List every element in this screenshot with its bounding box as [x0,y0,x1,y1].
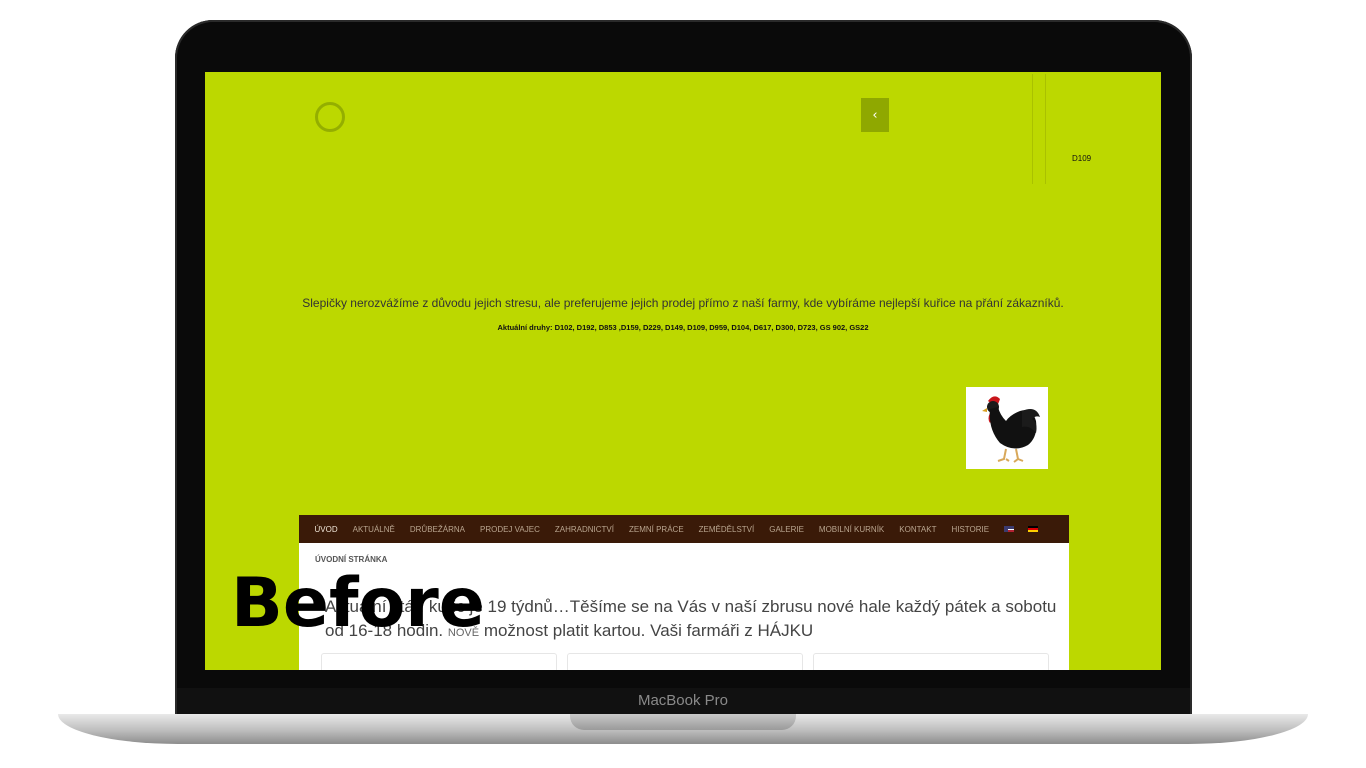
nav-item-zahradnictvi[interactable]: ZAHRADNICTVÍ [547,525,621,534]
nav-item-zemedelstvi[interactable]: ZEMĚDĚLSTVÍ [691,525,762,534]
nav-item-zemni-prace[interactable]: ZEMNÍ PRÁCE [621,525,691,534]
nav-item-kontakt[interactable]: KONTAKT [892,525,944,534]
before-label: Before [231,564,485,643]
announcement-text-2: možnost platit kartou. Vaši farmáři z HÁ… [483,621,814,640]
nav-item-drubezarna[interactable]: DRŮBEŽÁRNA [402,525,472,534]
nav-item-uvod[interactable]: ÚVOD [307,525,345,534]
nav-item-aktualne[interactable]: AKTUÁLNĚ [345,525,402,534]
chevron-left-icon: ‹ [872,107,878,123]
main-navigation: ÚVOD AKTUÁLNĚ DRŮBEŽÁRNA PRODEJ VAJEC ZA… [299,515,1069,543]
breadcrumb: ÚVODNÍ STRÁNKA [315,555,388,564]
laptop-notch [570,714,796,730]
content-card [567,653,803,670]
nav-item-galerie[interactable]: GALERIE [762,525,812,534]
current-breeds: Aktuální druhy: D102, D192, D853 ,D159, … [497,323,869,332]
nav-item-historie[interactable]: HISTORIE [944,525,997,534]
loading-spinner-icon [315,102,345,132]
slider-divider [1045,74,1046,184]
flag-en-icon[interactable] [1003,526,1014,532]
device-label: MacBook Pro [637,692,729,709]
nav-item-mobilni-kurnik[interactable]: MOBILNÍ KURNÍK [811,525,891,534]
site-tagline: Slepičky nerozvážíme z důvodu jejich str… [302,296,1064,310]
rooster-image [966,387,1048,469]
content-card [813,653,1049,670]
slider-prev-button[interactable]: ‹ [861,98,889,132]
nav-item-prodej-vajec[interactable]: PRODEJ VAJEC [472,525,547,534]
slide-label: D109 [1072,154,1092,163]
slider-divider [1032,74,1033,184]
flag-de-icon[interactable] [1027,526,1038,532]
content-card [321,653,557,670]
